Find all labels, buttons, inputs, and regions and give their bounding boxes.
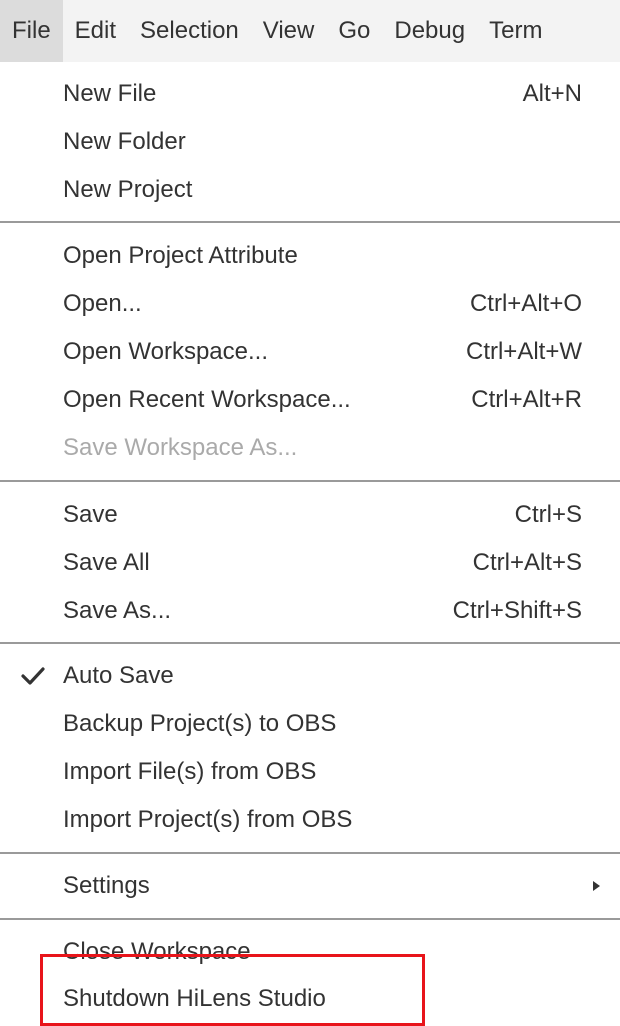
menu-item-open-workspace[interactable]: Open Workspace... Ctrl+Alt+W xyxy=(0,328,620,376)
menu-item-label: Save As... xyxy=(63,597,172,624)
menu-separator xyxy=(0,642,620,644)
menu-item-shortcut: Alt+N xyxy=(522,80,582,107)
menu-item-save-workspace-as: Save Workspace As... xyxy=(0,424,620,472)
menu-item-label: Save Workspace As... xyxy=(63,434,298,461)
menu-item-label: Auto Save xyxy=(63,662,174,689)
menu-item-shortcut: Ctrl+Alt+R xyxy=(471,386,582,413)
menu-item-label: New File xyxy=(63,80,157,107)
menu-item-label: Save All xyxy=(63,549,150,576)
file-menu-dropdown: New File Alt+N New Folder New Project Op… xyxy=(0,62,620,1019)
menu-item-save[interactable]: Save Ctrl+S xyxy=(0,491,620,539)
menu-item-auto-save[interactable]: Auto Save xyxy=(0,652,620,700)
menu-bar: File Edit Selection View Go Debug Term xyxy=(0,0,620,62)
menubar-go[interactable]: Go xyxy=(326,0,382,62)
menu-item-open-project-attribute[interactable]: Open Project Attribute xyxy=(0,232,620,280)
menu-item-label: Open Workspace... xyxy=(63,338,268,365)
menu-item-label: Save xyxy=(63,501,118,528)
chevron-right-icon xyxy=(593,881,600,891)
highlight-annotation-box xyxy=(40,954,425,1026)
menu-item-open-recent-workspace[interactable]: Open Recent Workspace... Ctrl+Alt+R xyxy=(0,376,620,424)
menu-item-label: Import Project(s) from OBS xyxy=(63,806,353,833)
menu-item-label: Backup Project(s) to OBS xyxy=(63,710,337,737)
menu-item-label: New Project xyxy=(63,176,193,203)
menu-item-shortcut: Ctrl+Alt+O xyxy=(469,290,582,317)
menu-item-new-folder[interactable]: New Folder xyxy=(0,118,620,166)
menu-item-label: New Folder xyxy=(63,128,186,155)
menu-item-shortcut: Ctrl+Alt+S xyxy=(472,549,582,576)
menubar-terminal[interactable]: Term xyxy=(477,0,554,62)
menubar-debug[interactable]: Debug xyxy=(382,0,477,62)
menu-separator xyxy=(0,918,620,920)
menu-item-label: Open Recent Workspace... xyxy=(63,386,351,413)
menu-item-settings[interactable]: Settings xyxy=(0,862,620,910)
menu-item-save-all[interactable]: Save All Ctrl+Alt+S xyxy=(0,539,620,587)
menu-item-new-project[interactable]: New Project xyxy=(0,166,620,214)
menu-item-label: Settings xyxy=(63,872,150,899)
menu-item-label: Open... xyxy=(63,290,142,317)
checkmark-icon xyxy=(20,664,46,688)
menu-item-label: Import File(s) from OBS xyxy=(63,758,317,785)
menu-item-shortcut: Ctrl+S xyxy=(514,501,582,528)
menu-item-save-as[interactable]: Save As... Ctrl+Shift+S xyxy=(0,587,620,635)
menu-item-shortcut: Ctrl+Alt+W xyxy=(465,338,582,365)
menu-separator xyxy=(0,480,620,482)
menu-item-label: Open Project Attribute xyxy=(63,242,298,269)
menu-item-open[interactable]: Open... Ctrl+Alt+O xyxy=(0,280,620,328)
menu-item-new-file[interactable]: New File Alt+N xyxy=(0,70,620,118)
menu-item-import-projects-from-obs[interactable]: Import Project(s) from OBS xyxy=(0,796,620,844)
menubar-selection[interactable]: Selection xyxy=(128,0,251,62)
menu-item-backup-projects-to-obs[interactable]: Backup Project(s) to OBS xyxy=(0,700,620,748)
menubar-edit[interactable]: Edit xyxy=(63,0,128,62)
menu-item-shortcut: Ctrl+Shift+S xyxy=(452,597,582,624)
menu-item-import-files-from-obs[interactable]: Import File(s) from OBS xyxy=(0,748,620,796)
menu-separator xyxy=(0,852,620,854)
menu-separator xyxy=(0,221,620,223)
menubar-view[interactable]: View xyxy=(251,0,327,62)
menubar-file[interactable]: File xyxy=(0,0,63,62)
